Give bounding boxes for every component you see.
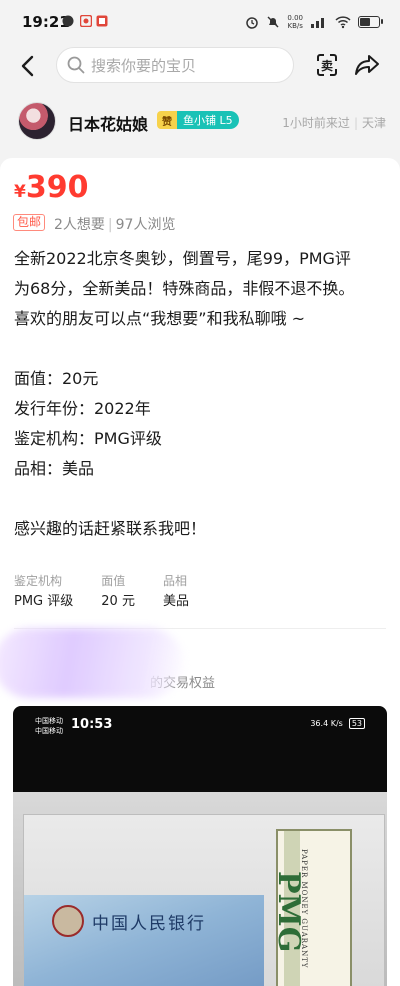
attribute-key: 品相 [162,574,187,588]
national-emblem-icon [52,905,84,937]
seller-row[interactable]: 日本花姑娘 赞 鱼小铺 L5 1小时前来过 | 天津 [0,96,400,148]
app-notification-icon [80,15,92,27]
free-shipping-tag: 包邮 [13,214,46,231]
photo-status-right: 36.4 K/s 53 [310,718,365,729]
search-input[interactable]: 搜索你要的宝贝 [56,47,294,83]
search-icon [67,56,85,74]
attribute-key: 鉴定机构 [14,574,63,588]
share-icon[interactable] [354,52,380,78]
slab-holder: 中国人民银行 PAPER MONEY GUARANTY PMG [23,814,385,986]
description-line [14,334,386,364]
top-nav-bar: 搜索你要的宝贝 卖 [0,44,400,86]
attribute-item: 品相 美品 [163,572,189,614]
banknote-text: 中国人民银行 [92,914,206,934]
cellular-signal-icon [311,18,324,28]
description-line: 发行年份：2022年 [14,399,151,418]
description-line: 面值：20元 [14,369,99,388]
attribute-value: 美品 [162,594,189,609]
search-placeholder: 搜索你要的宝贝 [91,56,197,75]
wants-count: 2人想要 [54,217,105,233]
last-seen: 1小时前来过 [282,116,350,130]
attribute-key: 面值 [101,574,126,588]
attribute-item: 面值 20 元 [101,572,135,614]
app-notification-icon-2 [96,15,108,27]
message-icon [62,15,74,27]
zan-badge: 赞 [157,111,177,129]
price: ¥390 [14,170,88,205]
alarm-icon [246,17,259,29]
attribute-value: PMG 评级 [14,594,74,609]
photo-time: 10:53 [71,717,113,732]
seller-location: 天津 [361,116,386,130]
graded-banknote-slab: 中国人民银行 PAPER MONEY GUARANTY PMG [13,792,387,986]
item-photo[interactable]: 中国移动 中国移动 10:53 36.4 K/s 53 中国人民银行 PAPER … [13,706,387,986]
item-card: ¥390 包邮 2人想要 | 97人浏览 全新2022北京冬奥钞，倒置号，尾99，P… [0,158,400,986]
net-speed-unit: KB/s [287,22,303,30]
photo-carrier-line: 中国移动 [35,717,63,725]
sell-icon-label: 卖 [321,58,333,73]
description-line: 感兴趣的话赶紧联系我吧！ [14,519,207,538]
pmg-logo: PMG [271,871,306,953]
description-line: 鉴定机构：PMG评级 [14,429,162,448]
status-bar: 19:21 0.00 KB/s [0,0,400,44]
back-arrow-icon[interactable] [14,52,42,80]
item-description: 全新2022北京冬奥钞，倒置号，尾99，PMG评 为68分，全新美品！特殊商品，… [14,244,386,544]
photo-status-bar: 中国移动 中国移动 10:53 36.4 K/s 53 [13,706,387,742]
description-line [14,484,386,514]
redaction-blur [0,628,184,698]
description-line: 喜欢的朋友可以点“我想要”和我私聊哦 ~ [14,309,306,328]
item-attributes: 鉴定机构 PMG 评级 面值 20 元 品相美品 [14,572,189,614]
sell-icon[interactable]: 卖 [314,52,340,78]
attribute-value: 20 元 [101,594,135,609]
price-currency: ¥ [14,182,26,202]
attribute-item: 鉴定机构 PMG 评级 [14,572,73,614]
wifi-icon [335,16,351,29]
views-count: 97人浏览 [115,217,176,233]
seller-avatar[interactable] [18,102,56,140]
photo-carrier-line: 中国移动 [35,727,63,735]
item-stats: 2人想要 | 97人浏览 [54,217,176,233]
photo-battery: 53 [348,718,365,729]
photo-net: 36.4 K/s [310,719,343,728]
pmg-label: PAPER MONEY GUARANTY PMG [271,829,352,986]
photo-carrier: 中国移动 中国移动 [35,716,63,736]
net-speed-value: 0.00 [287,14,303,22]
mute-icon [267,16,279,28]
battery-icon [358,16,383,28]
seller-name[interactable]: 日本花姑娘 [68,111,148,135]
price-value: 390 [25,170,89,205]
description-line: 品相：美品 [14,459,95,478]
banknote: 中国人民银行 [24,895,264,986]
description-line: 为68分，全新美品！特殊商品，非假不退不换。 [14,279,355,298]
seller-meta: 1小时前来过 | 天津 [282,116,386,130]
shop-level-badge[interactable]: 鱼小铺 L5 [177,111,239,129]
net-speed: 0.00 KB/s [287,14,303,30]
description-line: 全新2022北京冬奥钞，倒置号，尾99，PMG评 [14,249,351,268]
status-right: 0.00 KB/s [245,12,383,32]
